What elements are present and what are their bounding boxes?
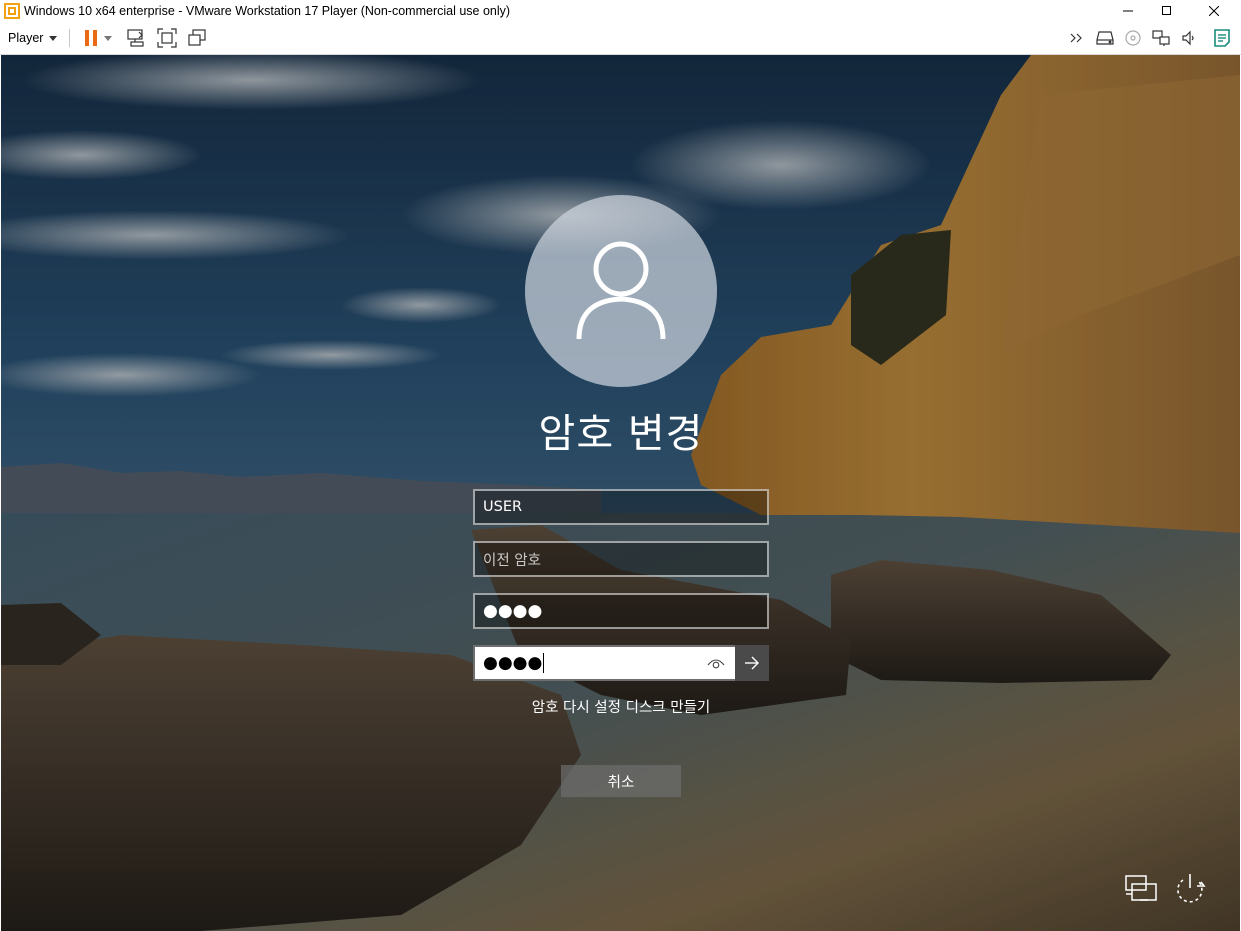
- window-titlebar: Windows 10 x64 enterprise - VMware Works…: [0, 0, 1241, 22]
- confirm-password-field[interactable]: ●●●●: [473, 645, 769, 681]
- power-button[interactable]: [1171, 871, 1209, 905]
- toolbar-device-icons: [1063, 22, 1241, 54]
- user-icon: [576, 241, 666, 340]
- pause-dropdown[interactable]: [102, 26, 114, 50]
- pause-icon: [85, 30, 98, 46]
- close-button[interactable]: [1191, 0, 1237, 22]
- cancel-button-label: 취소: [607, 774, 635, 791]
- vm-screen[interactable]: 암호 변경 USER 이전 암호 ●●●● ●●●● 암호 다시 설정 디스크 …: [1, 55, 1240, 931]
- network-adapter-button[interactable]: [1147, 26, 1175, 50]
- cancel-button[interactable]: 취소: [561, 765, 681, 797]
- text-cursor: [543, 653, 545, 673]
- sound-card-icon: [1182, 30, 1194, 46]
- message-log-icon: [1214, 29, 1230, 47]
- username-value: USER: [483, 499, 523, 515]
- reveal-password-button[interactable]: [703, 647, 729, 679]
- submit-button[interactable]: [735, 645, 769, 681]
- cd-drive-button[interactable]: [1119, 26, 1147, 50]
- arrow-right-icon: [745, 656, 759, 670]
- create-reset-disk-link[interactable]: 암호 다시 설정 디스크 만들기: [421, 696, 821, 717]
- hard-disk-icon: [1096, 31, 1114, 45]
- fullscreen-icon: [157, 28, 178, 48]
- fullscreen-button[interactable]: [152, 26, 182, 50]
- eye-icon: [707, 659, 725, 669]
- network-adapter-icon: [1152, 30, 1170, 46]
- more-devices-icon: [1070, 33, 1082, 43]
- send-ctrl-alt-del-button[interactable]: [120, 26, 152, 50]
- user-avatar: [525, 195, 717, 387]
- network-icon: [1125, 875, 1157, 901]
- unity-button[interactable]: [182, 26, 212, 50]
- close-icon: [1209, 6, 1219, 16]
- new-password-field[interactable]: ●●●●: [473, 593, 769, 629]
- chevron-down-icon: [49, 35, 58, 41]
- toolbar-divider: [69, 29, 71, 47]
- power-icon: [1177, 874, 1206, 903]
- send-ctrl-alt-del-icon: [127, 29, 145, 47]
- player-menu[interactable]: Player: [8, 31, 58, 45]
- old-password-field[interactable]: 이전 암호: [473, 541, 769, 577]
- cd-drive-icon: [1125, 30, 1141, 46]
- player-toolbar: Player: [0, 22, 1241, 55]
- minimize-icon: [1123, 10, 1133, 12]
- message-log-button[interactable]: [1203, 26, 1241, 50]
- new-password-value: ●●●●: [483, 600, 543, 621]
- maximize-button[interactable]: [1144, 0, 1190, 22]
- page-title: 암호 변경: [538, 411, 704, 457]
- chevron-down-icon: [104, 35, 113, 41]
- player-menu-label: Player: [8, 31, 44, 45]
- window-title: Windows 10 x64 enterprise - VMware Works…: [24, 4, 511, 18]
- vmware-app-icon: [4, 3, 20, 19]
- username-field[interactable]: USER: [473, 489, 769, 525]
- more-devices-button[interactable]: [1063, 26, 1091, 50]
- maximize-icon: [1162, 6, 1171, 15]
- sound-card-button[interactable]: [1175, 26, 1203, 50]
- network-button[interactable]: [1123, 873, 1159, 905]
- hard-disk-button[interactable]: [1091, 26, 1119, 50]
- pause-button[interactable]: [80, 26, 102, 50]
- confirm-password-value: ●●●●: [483, 652, 543, 673]
- old-password-placeholder: 이전 암호: [483, 552, 541, 569]
- unity-icon: [188, 29, 207, 46]
